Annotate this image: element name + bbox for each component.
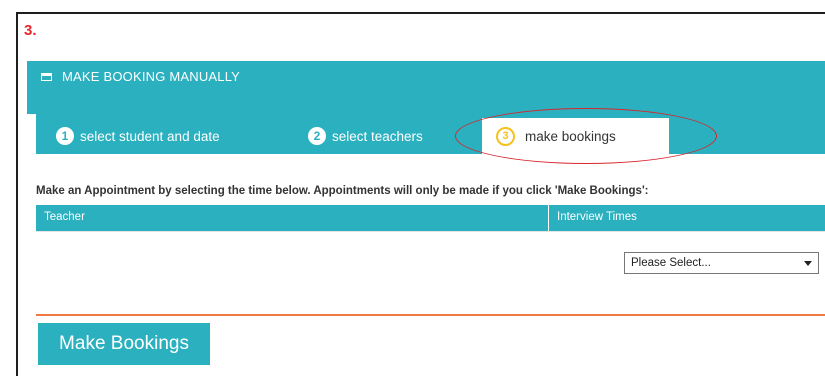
interview-time-select[interactable]: Please Select... — [624, 252, 819, 274]
panel-title-row: MAKE BOOKING MANUALLY — [41, 69, 240, 84]
instructions-text: Make an Appointment by selecting the tim… — [36, 185, 649, 197]
wizard-tab-bar: 1 select student and date 2 select teach… — [36, 114, 825, 154]
select-value: Please Select... — [631, 257, 711, 269]
tab-select-student-and-date[interactable]: 1 select student and date — [56, 118, 220, 154]
tab-label: select teachers — [332, 128, 423, 144]
step-2-icon: 2 — [308, 127, 326, 145]
column-header-interview-times: Interview Times — [557, 211, 637, 223]
section-divider — [36, 314, 825, 316]
column-header-teacher: Teacher — [44, 211, 85, 223]
tab-make-bookings[interactable]: 3 make bookings — [482, 118, 669, 154]
tab-select-teachers[interactable]: 2 select teachers — [308, 118, 423, 154]
appointments-table-header: Teacher Interview Times — [36, 205, 825, 231]
tab-label: select student and date — [80, 128, 220, 144]
step-number-label: 3. — [24, 22, 37, 39]
dropdown-arrow-icon — [804, 261, 812, 266]
step-3-icon: 3 — [496, 126, 515, 146]
appointments-table-row: Please Select... — [36, 231, 825, 289]
step-1-icon: 1 — [56, 127, 74, 145]
tab-label: make bookings — [525, 128, 616, 144]
column-divider — [548, 205, 549, 231]
panel-header: MAKE BOOKING MANUALLY — [27, 61, 825, 114]
window-icon — [41, 72, 52, 81]
panel-title: MAKE BOOKING MANUALLY — [62, 69, 241, 84]
make-bookings-button[interactable]: Make Bookings — [38, 323, 210, 365]
